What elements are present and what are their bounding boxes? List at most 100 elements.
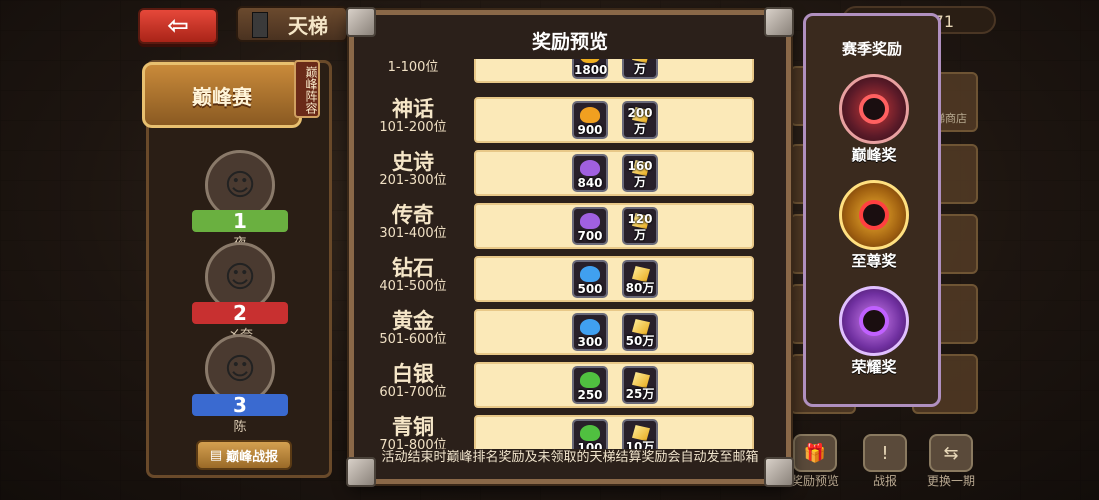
item-count: 700 xyxy=(577,229,603,243)
switch-period-button[interactable]: ⇆ 更换一期 xyxy=(922,434,980,489)
tier-name: 史诗 xyxy=(392,150,434,174)
battle-button-label: 巅峰战报 xyxy=(226,449,279,465)
tier-label: 传奇 301-400位 xyxy=(358,203,468,241)
gold-item[interactable]: 200万 xyxy=(622,101,658,139)
eye-icon xyxy=(859,306,889,336)
gold-item[interactable]: 160万 xyxy=(622,154,658,192)
gem-icon xyxy=(580,425,600,441)
reward-row: 传奇 301-400位 700 120万 xyxy=(358,203,778,249)
rank-number: 2 xyxy=(233,301,247,325)
tier-range: 601-700位 xyxy=(379,385,447,400)
tier-range: 1-100位 xyxy=(387,60,439,75)
tier-label: 青铜 701-800位 xyxy=(358,415,468,449)
gold-item[interactable]: 80万 xyxy=(622,260,658,298)
nail-icon xyxy=(252,12,268,38)
item-count: 300万 xyxy=(627,59,652,76)
gold-item[interactable]: 10万 xyxy=(622,419,658,449)
item-count: 500 xyxy=(577,282,603,296)
rank-number: 3 xyxy=(233,393,247,417)
reward-bar: 250 25万 xyxy=(474,362,754,408)
rank-ribbon: 2 xyxy=(192,301,288,325)
tier-range: 301-400位 xyxy=(379,226,447,241)
peak-banner: 巅峰赛 xyxy=(142,62,302,128)
season-title: 赛季奖励 xyxy=(841,40,902,58)
tier-label: 钻石 401-500位 xyxy=(358,256,468,294)
item-count: 250 xyxy=(577,388,603,402)
tier-label: 史诗 201-300位 xyxy=(358,150,468,188)
item-count: 160万 xyxy=(627,159,653,189)
gem-item[interactable]: 300 xyxy=(572,313,608,351)
gem-icon xyxy=(580,372,600,388)
tier-label: 不朽1-100位 xyxy=(358,59,468,75)
gem-icon xyxy=(580,107,600,123)
item-count: 25万 xyxy=(625,387,655,401)
peak-banner-label: 巅峰赛 xyxy=(192,84,252,109)
glory-prize[interactable]: 荣耀奖 xyxy=(834,286,914,377)
tier-label: 神话 101-200位 xyxy=(358,97,468,135)
gem-icon xyxy=(580,319,600,335)
gem-item[interactable]: 500 xyxy=(572,260,608,298)
bottom-label: 奖励预览 xyxy=(790,474,839,488)
item-count: 900 xyxy=(577,123,603,137)
reward-bar: 300 50万 xyxy=(474,309,754,355)
report-icon: ▤ xyxy=(209,447,223,463)
battle-report-button[interactable]: ! 战报 xyxy=(856,434,914,489)
rivet-icon xyxy=(764,7,794,37)
gold-item[interactable]: 300万 xyxy=(622,59,658,79)
rank-item-2[interactable]: ☺ 2 〆奈 xyxy=(190,242,290,343)
gem-item[interactable]: 1800 xyxy=(572,59,608,79)
reward-bar: 500 80万 xyxy=(474,256,754,302)
gem-item[interactable]: 100 xyxy=(572,419,608,449)
tier-name: 传奇 xyxy=(392,203,434,227)
eye-icon xyxy=(859,200,889,230)
bottom-label: 更换一期 xyxy=(926,474,975,488)
reward-bar: 1800 300万 xyxy=(474,59,754,83)
prize-name: 至尊奖 xyxy=(851,252,897,270)
supreme-prize[interactable]: 至尊奖 xyxy=(834,180,914,271)
tier-name: 白银 xyxy=(392,362,434,386)
tier-name: 钻石 xyxy=(392,256,434,280)
bottom-label: 战报 xyxy=(872,474,897,488)
gem-icon xyxy=(580,160,600,176)
gold-item[interactable]: 25万 xyxy=(622,366,658,404)
item-count: 50万 xyxy=(625,334,655,348)
back-button[interactable]: ⇦ xyxy=(138,8,218,44)
peak-medal-icon xyxy=(839,74,909,144)
peak-battle-report-button[interactable]: ▤ 巅峰战报 xyxy=(196,440,292,470)
tier-range: 101-200位 xyxy=(379,120,447,135)
gold-item[interactable]: 120万 xyxy=(622,207,658,245)
gem-icon xyxy=(580,266,600,282)
reward-row: 钻石 401-500位 500 80万 xyxy=(358,256,778,302)
reward-row: 白银 601-700位 250 25万 xyxy=(358,362,778,408)
prize-name: 巅峰奖 xyxy=(851,146,897,164)
gem-item[interactable]: 840 xyxy=(572,154,608,192)
tier-range: 501-600位 xyxy=(379,332,447,347)
page-title-tab: 天梯 xyxy=(236,6,348,42)
reward-row: 史诗 201-300位 840 160万 xyxy=(358,150,778,196)
page-title: 天梯 xyxy=(288,14,328,38)
reward-list[interactable]: 不朽1-100位 1800 300万 神话101-200位 900 200万 史… xyxy=(358,59,778,449)
item-count: 200万 xyxy=(627,106,653,136)
gem-icon xyxy=(580,213,600,229)
peak-lineup-tag[interactable]: 巅峰阵容 xyxy=(294,60,320,118)
gem-item[interactable]: 700 xyxy=(572,207,608,245)
season-rewards-panel: 赛季奖励 巅峰奖 至尊奖 荣耀奖 xyxy=(803,13,941,407)
peak-prize[interactable]: 巅峰奖 xyxy=(834,74,914,165)
rank-item-3[interactable]: ☺ 3 陈 xyxy=(190,334,290,435)
tier-name: 神话 xyxy=(392,97,434,121)
reward-row: 青铜 701-800位 100 10万 xyxy=(358,415,778,449)
report-icon: ! xyxy=(863,434,907,472)
prize-name: 荣耀奖 xyxy=(851,358,897,376)
rank-number: 1 xyxy=(233,209,247,233)
gem-item[interactable]: 250 xyxy=(572,366,608,404)
gold-item[interactable]: 50万 xyxy=(622,313,658,351)
reward-bar: 840 160万 xyxy=(474,150,754,196)
rank-item-1[interactable]: ☺ 1 夜 xyxy=(190,150,290,251)
glory-medal-icon xyxy=(839,286,909,356)
gem-item[interactable]: 900 xyxy=(572,101,608,139)
rivet-icon xyxy=(346,7,376,37)
reward-bar: 100 10万 xyxy=(474,415,754,449)
reward-preview-button[interactable]: 🎁 奖励预览 xyxy=(786,434,844,489)
item-count: 840 xyxy=(577,176,603,190)
reward-row: 神话 101-200位 900 200万 xyxy=(358,97,778,143)
